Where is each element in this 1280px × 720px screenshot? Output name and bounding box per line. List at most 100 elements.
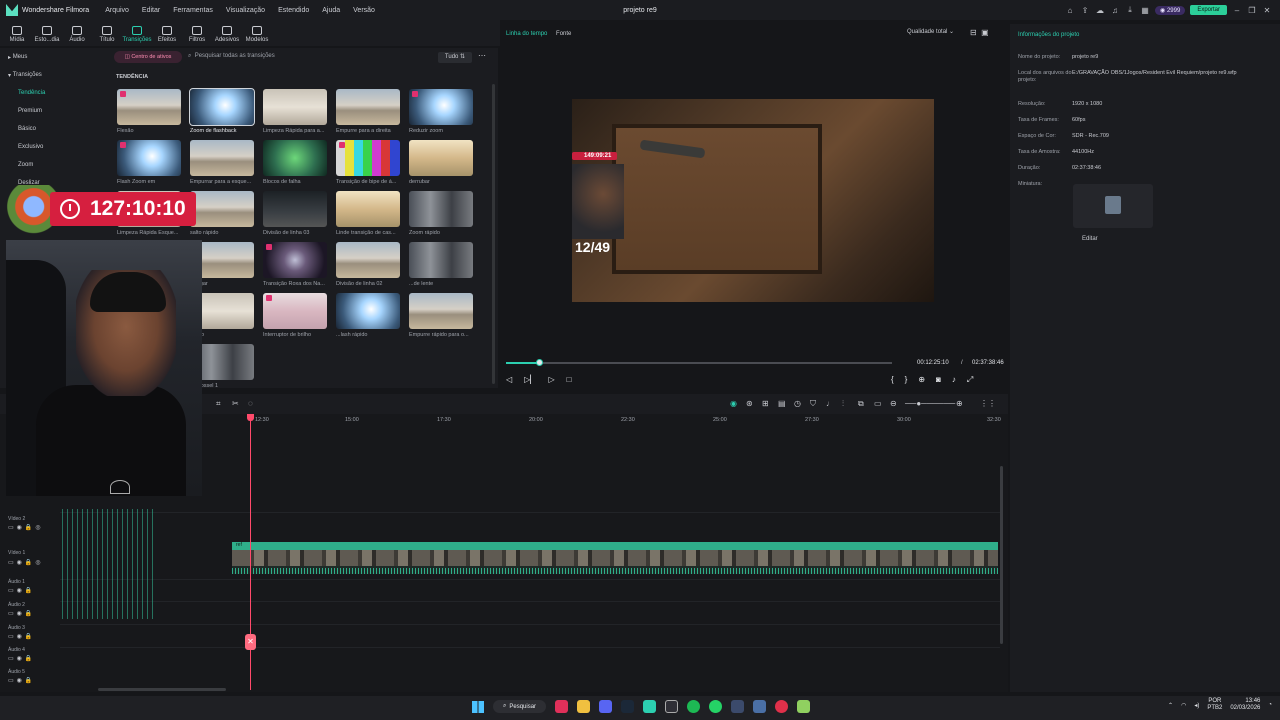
tool-titulo[interactable]: Título — [96, 26, 118, 46]
progress-knob[interactable] — [535, 359, 543, 366]
cloud-icon[interactable]: ☁ — [1095, 5, 1105, 15]
clock[interactable]: 13:46 02/03/2026 — [1230, 698, 1260, 712]
transition-card[interactable]: Empurre para a direita — [336, 89, 400, 134]
sidebar-item-premium[interactable]: Premium — [0, 102, 108, 120]
steam-icon[interactable] — [621, 700, 635, 713]
camera-icon[interactable]: ◙ — [936, 375, 941, 385]
transition-card[interactable]: Flexão — [117, 89, 181, 134]
transition-card[interactable]: Divisão de linha 02 — [336, 242, 400, 287]
edit-thumbnail-button[interactable]: Editar — [1082, 236, 1098, 242]
prev-frame-icon[interactable]: ◁ — [506, 375, 512, 384]
mic-icon[interactable]: ♩ — [826, 399, 834, 408]
track-controls-audio3[interactable]: ▭◉🔒 — [8, 633, 35, 640]
timeline-vertical-scrollbar[interactable] — [1000, 466, 1003, 644]
transition-card[interactable]: ...de lente — [409, 242, 473, 287]
smart-icon[interactable]: ◉ — [730, 399, 737, 408]
track-icon[interactable]: ⧉ — [858, 399, 864, 409]
tool-adesivos[interactable]: Adesivos — [215, 26, 239, 46]
export-button[interactable]: Exportar — [1190, 5, 1227, 15]
track-controls-audio2[interactable]: ▭◉🔒 — [8, 610, 35, 617]
playhead-split-icon[interactable]: ✕ — [245, 634, 256, 650]
grid-icon[interactable]: ▦ — [1140, 5, 1150, 15]
transition-card[interactable]: Limpeza Rápida para a... — [263, 89, 327, 134]
fullscreen-icon[interactable]: ⤢ — [967, 375, 973, 385]
file-explorer-icon[interactable] — [577, 700, 591, 713]
speed-icon[interactable]: ◷ — [794, 399, 801, 408]
render-icon[interactable]: ⊛ — [746, 399, 753, 408]
zoom-out-icon[interactable]: ⊖ — [890, 399, 897, 408]
ai-cut-icon[interactable]: ✂ — [232, 399, 239, 408]
transition-card[interactable]: salto rápido — [190, 191, 254, 236]
tool-efeitos[interactable]: Efeitos — [156, 26, 178, 46]
obs-icon[interactable] — [665, 700, 679, 713]
notepad-icon[interactable] — [797, 700, 811, 713]
mixer-icon[interactable]: ⫶ — [842, 399, 844, 409]
asset-center-button[interactable]: ◫ Centro de ativos — [114, 51, 182, 63]
more-options-icon[interactable]: ⋯ — [478, 51, 486, 60]
tab-source[interactable]: Fonte — [556, 31, 571, 37]
close-icon[interactable]: ✕ — [1262, 5, 1272, 15]
stop-icon[interactable]: □ — [567, 375, 572, 384]
quality-dropdown[interactable]: Qualidade total ⌄ — [907, 28, 954, 35]
transition-card[interactable]: Transição Roxa dos Na... — [263, 242, 327, 287]
track-controls-audio4[interactable]: ▭◉🔒 — [8, 655, 35, 662]
menu-estendido[interactable]: Estendido — [278, 7, 309, 14]
transition-card[interactable]: Flash Zoom em — [117, 140, 181, 185]
transition-card[interactable]: Zoom de flashback — [189, 88, 255, 134]
play-icon[interactable]: ▷ — [548, 375, 554, 384]
timeline-horizontal-scrollbar[interactable] — [98, 688, 226, 691]
opera-icon[interactable] — [775, 700, 789, 713]
video-clip[interactable]: ref — [232, 542, 998, 574]
caption-icon[interactable]: ▭ — [874, 399, 882, 408]
menu-editar[interactable]: Editar — [142, 7, 160, 14]
library-scrollbar[interactable] — [492, 84, 495, 384]
volume-icon[interactable]: ♪ — [952, 375, 956, 385]
tray-chevron-icon[interactable]: ⌃ — [1168, 702, 1173, 709]
crop-icon[interactable]: ⌗ — [216, 399, 221, 409]
sidebar-item-transicoes[interactable]: ▾ Transições — [0, 66, 108, 84]
shield-icon[interactable]: ⛉ — [810, 399, 816, 409]
sidebar-item-basico[interactable]: Básico — [0, 120, 108, 138]
track-controls-audio1[interactable]: ▭◉🔒 — [8, 587, 35, 594]
sidebar-item-zoom[interactable]: Zoom — [0, 156, 108, 174]
zoom-icon[interactable]: ⊕ — [918, 375, 925, 385]
tool-midia[interactable]: Mídia — [6, 26, 28, 46]
sidebar-item-meus[interactable]: ▸ Meus — [0, 48, 108, 66]
maximize-icon[interactable]: ❐ — [1247, 5, 1257, 15]
mark-out-icon[interactable]: } — [905, 375, 908, 385]
play-pause-icon[interactable]: ▷▏ — [524, 375, 536, 384]
search-input[interactable]: Pesquisar todas as transições — [195, 53, 275, 59]
zoom-slider[interactable]: ──●────── — [905, 399, 955, 408]
gift-icon[interactable]: ⌂ — [1065, 5, 1075, 15]
transition-card[interactable]: Linde transição de cas... — [336, 191, 400, 236]
track-controls-video1[interactable]: ▭◉🔒◎ — [8, 559, 44, 566]
filter-dropdown[interactable]: Tudo ⇅ — [438, 52, 472, 63]
snapshot-icon[interactable]: ▣ — [981, 28, 989, 37]
menu-arquivo[interactable]: Arquivo — [105, 7, 129, 14]
marker-icon[interactable]: ⊞ — [762, 399, 769, 408]
wifi-icon[interactable]: ◠ — [1181, 702, 1186, 709]
sidebar-item-tendencia[interactable]: Tendência — [0, 84, 108, 102]
filmora-icon[interactable] — [643, 700, 657, 713]
transition-card[interactable]: Transição de bipe de á... — [336, 140, 400, 185]
layout-icon[interactable]: ⋮⋮ — [980, 399, 996, 408]
transition-card[interactable]: Reduzir zoom — [409, 89, 473, 134]
window-icon[interactable] — [753, 700, 767, 713]
zoom-in-icon[interactable]: ⊕ — [956, 399, 963, 408]
small-clips[interactable] — [62, 509, 154, 619]
transition-card[interactable]: Empurre rápido para o... — [409, 293, 473, 338]
transition-card[interactable]: derrubar — [409, 140, 473, 185]
taskbar-search[interactable]: ⌕ Pesquisar — [493, 700, 547, 713]
volume-icon[interactable]: ◂) — [1194, 702, 1199, 709]
tool-modelos[interactable]: Modelos — [246, 26, 268, 46]
credits-badge[interactable]: ◉ 2999 — [1155, 5, 1186, 15]
transition-card[interactable]: Empurrar para a esque... — [190, 140, 254, 185]
transition-card[interactable]: Zoom rápido — [409, 191, 473, 236]
sidebar-item-exclusivo[interactable]: Exclusivo — [0, 138, 108, 156]
project-thumbnail[interactable] — [1073, 184, 1153, 228]
spotify-icon[interactable] — [687, 700, 701, 713]
playhead-handle[interactable] — [247, 414, 254, 421]
transition-card[interactable]: Blocos de falha — [263, 140, 327, 185]
video-frame[interactable]: 149:09:21 12/49 — [572, 99, 934, 302]
menu-ajuda[interactable]: Ajuda — [322, 7, 340, 14]
